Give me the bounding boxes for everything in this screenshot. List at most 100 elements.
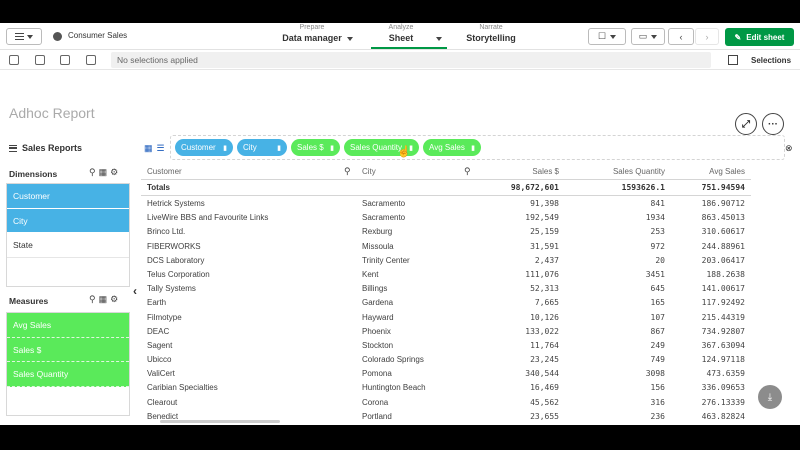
cell-customer[interactable]: DEAC — [147, 327, 169, 336]
table-row[interactable]: LiveWire BBS and Favourite Links Sacramen… — [141, 210, 751, 224]
cell-customer[interactable]: Ubicco — [147, 355, 171, 364]
cell-city[interactable]: Sacramento — [362, 213, 405, 222]
table-row[interactable]: Earth Gardena 7,665 165 117.92492 — [141, 295, 751, 309]
cell-city[interactable]: Huntington Beach — [362, 383, 426, 392]
global-menu-button[interactable] — [6, 28, 42, 45]
next-sheet-button[interactable]: › — [695, 28, 719, 45]
list-item[interactable]: Customer — [7, 184, 129, 209]
table-icon[interactable]: ▦ — [144, 143, 153, 154]
cell-city[interactable]: Kent — [362, 270, 378, 279]
cell-city[interactable]: Portland — [362, 412, 392, 421]
table-row[interactable]: Filmotype Hayward 10,126 107 215.44319 — [141, 310, 751, 324]
download-button[interactable]: ⤓ — [758, 385, 782, 409]
cell-city[interactable]: Sacramento — [362, 199, 405, 208]
column-header-city[interactable]: City — [362, 167, 376, 176]
cell-customer[interactable]: ValiCert — [147, 369, 175, 378]
list-item[interactable]: State — [7, 233, 129, 258]
chevron-down-icon[interactable] — [347, 37, 353, 41]
cell-customer[interactable]: Brinco Ltd. — [147, 227, 185, 236]
grid-icon[interactable] — [728, 55, 738, 65]
trash-icon[interactable]: ▮ — [471, 144, 475, 152]
table-row[interactable]: ValiCert Pomona 340,544 3098 473.6359 — [141, 366, 751, 380]
column-header-avg-sales[interactable]: Avg Sales — [709, 167, 745, 176]
table-row[interactable]: Caribian Specialties Huntington Beach 16,4… — [141, 380, 751, 394]
collapse-panel-button[interactable]: ‹ — [133, 284, 137, 298]
column-header-customer[interactable]: Customer — [147, 167, 182, 176]
chevron-down-icon[interactable] — [436, 37, 442, 41]
nav-data-manager[interactable]: Prepare Data manager — [280, 24, 344, 43]
nav-storytelling[interactable]: Narrate Storytelling — [462, 24, 520, 43]
cell-customer[interactable]: Telus Corporation — [147, 270, 210, 279]
previous-sheet-button[interactable]: ‹ — [668, 28, 694, 45]
smart-search-icon[interactable] — [9, 55, 19, 65]
cell-city[interactable]: Billings — [362, 284, 387, 293]
step-back-icon[interactable] — [35, 55, 45, 65]
expand-button[interactable]: ⤢ — [735, 113, 757, 135]
cell-city[interactable]: Colorado Springs — [362, 355, 424, 364]
clear-selections-icon[interactable] — [86, 55, 96, 65]
filter-icon[interactable]: ☰ — [157, 143, 165, 154]
table-row[interactable]: Telus Corporation Kent 111,076 3451 188.2638 — [141, 267, 751, 281]
list-item[interactable]: City — [7, 208, 129, 233]
cell-city[interactable]: Missoula — [362, 242, 394, 251]
step-forward-icon[interactable] — [60, 55, 70, 65]
cell-customer[interactable]: Caribian Specialties — [147, 383, 218, 392]
list-item[interactable]: Sales Quantity — [7, 362, 129, 387]
cell-customer[interactable]: Filmotype — [147, 313, 182, 322]
trash-icon[interactable]: ▮ — [223, 144, 227, 152]
table-row[interactable]: DEAC Phoenix 133,022 867 734.92807 — [141, 324, 751, 338]
field-chip-sales[interactable]: Sales $ ▮ — [291, 139, 340, 156]
select-all-icon[interactable]: ▦ — [99, 294, 108, 305]
more-options-button[interactable]: ··· — [762, 113, 784, 135]
cell-sales: 23,655 — [530, 411, 559, 421]
cell-city[interactable]: Stockton — [362, 341, 393, 350]
cell-customer[interactable]: Clearout — [147, 398, 177, 407]
cell-city[interactable]: Pomona — [362, 369, 392, 378]
sheets-button[interactable]: ▭ — [631, 28, 665, 45]
list-item[interactable]: Avg Sales — [7, 313, 129, 338]
column-header-sales[interactable]: Sales $ — [532, 167, 559, 176]
cell-city[interactable]: Trinity Center — [362, 256, 410, 265]
horizontal-scrollbar[interactable] — [160, 420, 280, 423]
cell-customer[interactable]: DCS Laboratory — [147, 256, 204, 265]
cell-customer[interactable]: Earth — [147, 298, 166, 307]
search-icon[interactable]: ⚲ — [464, 166, 471, 177]
edit-sheet-button[interactable]: ✎ Edit sheet — [725, 28, 794, 46]
trash-icon[interactable]: ▮ — [330, 144, 334, 152]
table-row[interactable]: Clearout Corona 45,562 316 276.13339 — [141, 395, 751, 409]
list-item[interactable]: Sales $ — [7, 337, 129, 362]
field-chip-customer[interactable]: Customer ▮ — [175, 139, 233, 156]
field-chip-avg-sales[interactable]: Avg Sales ▮ — [423, 139, 481, 156]
table-row[interactable]: Hetrick Systems Sacramento 91,398 841 186.90… — [141, 196, 751, 210]
cell-city[interactable]: Gardena — [362, 298, 393, 307]
cell-customer[interactable]: Hetrick Systems — [147, 199, 205, 208]
cell-customer[interactable]: Tally Systems — [147, 284, 196, 293]
cell-city[interactable]: Hayward — [362, 313, 394, 322]
cell-city[interactable]: Rexburg — [362, 227, 392, 236]
nav-sheet[interactable]: Analyze Sheet — [374, 24, 428, 43]
table-row[interactable]: Ubicco Colorado Springs 23,245 749 124.97118 — [141, 352, 751, 366]
settings-icon[interactable]: ⚙ — [110, 294, 118, 305]
table-row[interactable]: Tally Systems Billings 52,313 645 141.00617 — [141, 281, 751, 295]
search-icon[interactable]: ⚲ — [89, 294, 96, 305]
chip-label: Sales Quantity — [350, 143, 403, 152]
cell-city[interactable]: Corona — [362, 398, 388, 407]
table-row[interactable]: DCS Laboratory Trinity Center 2,437 20 203.0… — [141, 253, 751, 267]
table-row[interactable]: Sagent Stockton 11,764 249 367.63094 — [141, 338, 751, 352]
close-icon[interactable]: ⊗ — [785, 143, 793, 154]
settings-icon[interactable]: ⚙ — [110, 167, 118, 178]
column-header-quantity[interactable]: Sales Quantity — [613, 167, 665, 176]
cell-customer[interactable]: FIBERWORKS — [147, 242, 201, 251]
table-row[interactable]: FIBERWORKS Missoula 31,591 972 244.88961 — [141, 239, 751, 253]
cell-city[interactable]: Phoenix — [362, 327, 391, 336]
select-all-icon[interactable]: ▦ — [99, 167, 108, 178]
selections-button[interactable]: Selections — [751, 56, 791, 65]
field-chip-city[interactable]: City ▮ — [237, 139, 287, 156]
cell-customer[interactable]: LiveWire BBS and Favourite Links — [147, 213, 268, 222]
cell-customer[interactable]: Sagent — [147, 341, 172, 350]
bookmark-button[interactable]: ☐ — [588, 28, 626, 45]
search-icon[interactable]: ⚲ — [89, 167, 96, 178]
table-row[interactable]: Brinco Ltd. Rexburg 25,159 253 310.60617 — [141, 224, 751, 238]
trash-icon[interactable]: ▮ — [277, 144, 281, 152]
search-icon[interactable]: ⚲ — [344, 166, 351, 177]
